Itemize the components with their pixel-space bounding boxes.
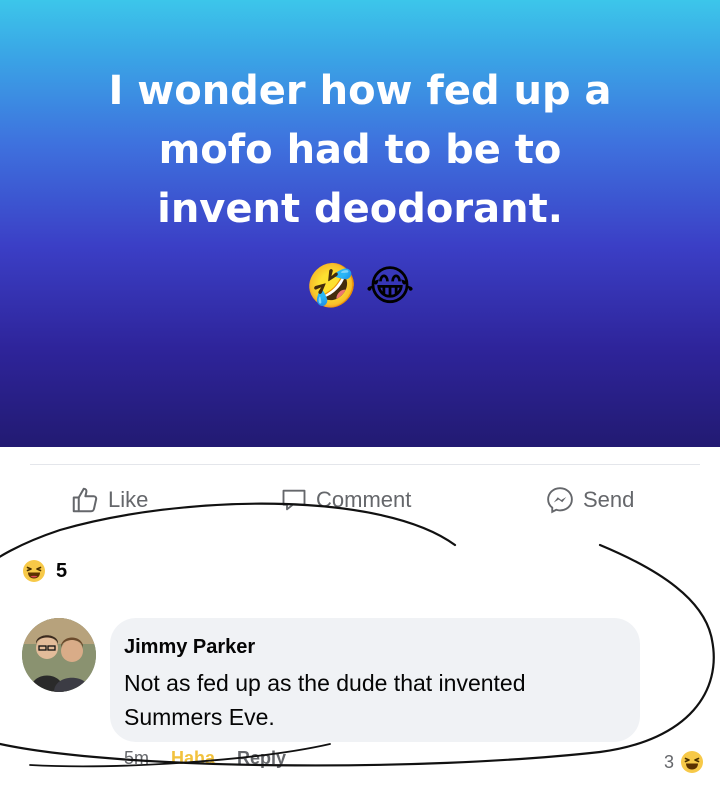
comment-reaction-summary[interactable]: 3 (664, 750, 704, 774)
comment-icon (282, 489, 306, 511)
reaction-count: 5 (56, 559, 68, 582)
comment-author[interactable]: Jimmy Parker (124, 636, 255, 659)
comment-label: Comment (316, 487, 412, 512)
comment-text: Not as fed up as the dude that invented … (124, 670, 526, 730)
tears-of-joy-emoji: 😂 (365, 262, 415, 309)
comment-reaction-count: 3 (663, 751, 674, 772)
post-emojis: 🤣 😂 (0, 262, 720, 310)
send-label: Send (583, 487, 635, 512)
reply-button[interactable]: Reply (237, 748, 286, 769)
messenger-icon (547, 487, 573, 514)
haha-reaction-icon (23, 560, 45, 582)
comment-actions: 5m Haha Reply (124, 748, 286, 769)
avatar-photo (22, 618, 96, 692)
send-button[interactable]: Send (545, 482, 634, 518)
post-text: I wonder how fed up a mofo had to be to … (40, 62, 680, 239)
comment-timestamp[interactable]: 5m (124, 748, 149, 769)
post-background: I wonder how fed up a mofo had to be to … (0, 0, 720, 447)
rofl-emoji: 🤣 (305, 262, 358, 309)
thumbs-up-icon (72, 487, 98, 513)
haha-reaction-icon (681, 751, 703, 773)
comment-bubble: Jimmy Parker Not as fed up as the dude t… (110, 618, 640, 742)
comment-button[interactable]: Comment (280, 482, 411, 518)
post-line: I wonder how fed up a (108, 68, 612, 114)
haha-reaction-button[interactable]: Haha (171, 748, 215, 769)
post-line: mofo had to be to (158, 127, 562, 173)
like-label: Like (108, 487, 149, 512)
like-button[interactable]: Like (70, 482, 148, 518)
post-line: invent deodorant. (157, 186, 563, 232)
reaction-summary[interactable]: 5 (22, 559, 67, 583)
divider (30, 464, 700, 465)
avatar[interactable] (22, 618, 96, 692)
